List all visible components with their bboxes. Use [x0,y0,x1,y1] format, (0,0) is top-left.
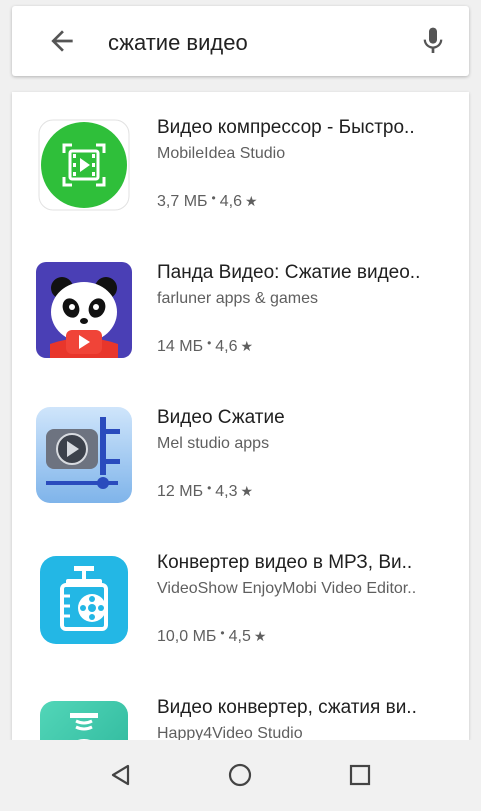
list-item[interactable]: Видео компрессор - Быстро.. MobileIdea S… [12,92,469,238]
search-input[interactable]: сжатие видео [108,30,248,56]
microphone-icon[interactable] [417,25,449,57]
app-rating: 4,3 [215,483,238,500]
app-developer: Happy4Video Studio [157,725,303,740]
nav-home-circle-icon[interactable] [225,760,255,790]
nav-recents-square-icon[interactable] [345,760,375,790]
app-title: Конвертер видео в МРЗ, Ви.. [157,552,413,573]
app-size: 10,0 МБ [157,628,217,645]
app-size: 12 МБ [157,483,204,500]
app-title: Видео компрессор - Быстро.. [157,117,415,138]
video-converter-icon [36,552,132,648]
search-bar: сжатие видео [12,6,469,76]
separator-dot: • [220,626,225,640]
star-icon: ★ [253,628,267,644]
app-title: Видео Сжатие [157,407,285,428]
app-size: 3,7 МБ [157,193,208,210]
app-meta: 3,7 МБ • 4,6 ★ [157,191,258,211]
star-icon: ★ [244,193,258,209]
list-item[interactable]: Панда Видео: Сжатие видео.. farluner app… [12,237,469,383]
app-developer: VideoShow EnjoyMobi Video Editor.. [157,580,417,597]
separator-dot: • [207,481,212,495]
app-title: Видео конвертер, сжатия ви.. [157,697,417,718]
panda-video-icon [36,262,132,358]
list-item[interactable]: Видео Сжатие Mel studio apps 12 МБ • 4,3 ★ [12,382,469,528]
app-meta: 10,0 МБ • 4,5 ★ [157,626,267,646]
app-developer: Mel studio apps [157,435,270,452]
nav-back-triangle-icon[interactable] [106,760,136,790]
video-clamp-icon [36,407,132,503]
separator-dot: • [211,191,216,205]
separator-dot: • [207,336,212,350]
star-icon: ★ [240,338,254,354]
app-title: Панда Видео: Сжатие видео.. [157,262,421,283]
app-rating: 4,5 [228,628,251,645]
list-item[interactable]: Конвертер видео в МРЗ, Ви.. VideoShow En… [12,527,469,673]
video-converter-press-icon [36,697,132,740]
app-developer: farluner apps & games [157,290,318,307]
system-navigation-bar [0,740,481,811]
search-results-list: Видео компрессор - Быстро.. MobileIdea S… [12,92,469,740]
star-icon: ★ [240,483,254,499]
back-arrow-icon[interactable] [46,25,78,57]
app-size: 14 МБ [157,338,204,355]
list-item[interactable]: Видео конвертер, сжатия ви.. Happy4Video… [12,672,469,740]
app-meta: 12 МБ • 4,3 ★ [157,481,254,501]
app-developer: MobileIdea Studio [157,145,286,162]
app-meta: 14 МБ • 4,6 ★ [157,336,254,356]
app-rating: 4,6 [219,193,242,210]
app-rating: 4,6 [215,338,238,355]
video-compressor-icon [36,117,132,213]
